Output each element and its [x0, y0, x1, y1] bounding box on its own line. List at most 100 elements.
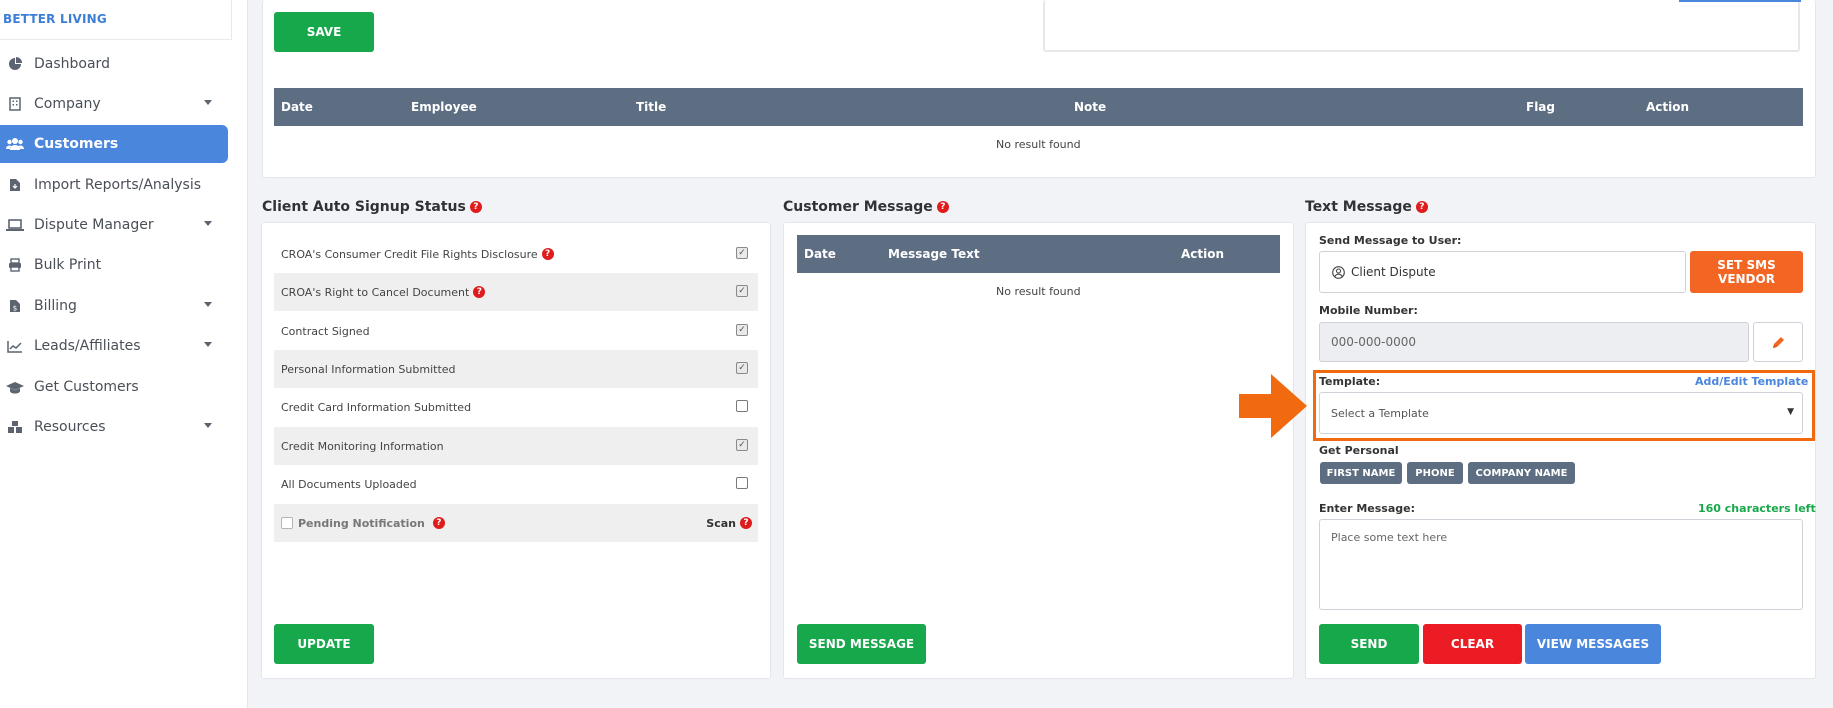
- pencil-icon: [1771, 335, 1786, 350]
- signup-row-label: Personal Information Submitted: [281, 362, 456, 376]
- sidebar-item-label: Get Customers: [34, 379, 139, 395]
- customer-message-empty-text: No result found: [996, 285, 1081, 298]
- sidebar-item-get-customers[interactable]: Get Customers: [0, 368, 228, 406]
- sidebar-item-label: Bulk Print: [34, 257, 102, 273]
- sidebar-item-label: Leads/Affiliates: [34, 338, 141, 354]
- signup-row-checkbox[interactable]: ✓: [736, 439, 748, 451]
- notes-empty-text: No result found: [996, 138, 1081, 151]
- clear-button[interactable]: CLEAR: [1423, 624, 1522, 664]
- customer-message-title: Customer Message ?: [783, 199, 949, 215]
- column-header-note[interactable]: Note: [1074, 100, 1106, 114]
- column-header-action[interactable]: Action: [1181, 247, 1224, 261]
- pending-notification-label: Pending Notification: [298, 516, 425, 530]
- pointer-arrow-icon: [1239, 374, 1307, 438]
- scan-label[interactable]: Scan: [706, 517, 736, 530]
- column-header-title[interactable]: Title: [636, 100, 666, 114]
- template-select[interactable]: Select a Template ▼: [1319, 392, 1803, 434]
- edit-mobile-button[interactable]: [1753, 322, 1803, 362]
- signup-row-label: All Documents Uploaded: [281, 477, 417, 491]
- boxes-icon: [6, 418, 24, 436]
- help-icon[interactable]: ?: [541, 248, 554, 260]
- message-textarea[interactable]: Place some text here: [1319, 519, 1803, 610]
- sidebar-item-label: Dashboard: [34, 56, 110, 72]
- signup-row-checkbox[interactable]: ✓: [736, 247, 748, 259]
- help-icon[interactable]: ?: [473, 286, 486, 298]
- send-message-button[interactable]: SEND MESSAGE: [797, 624, 926, 664]
- notes-table-header: Date Employee Title Note Flag Action: [274, 88, 1803, 126]
- signup-row-checkbox[interactable]: ✓: [736, 324, 748, 336]
- signup-row-checkbox[interactable]: ✓: [736, 362, 748, 374]
- column-header-employee[interactable]: Employee: [411, 100, 477, 114]
- help-icon[interactable]: ?: [936, 201, 949, 213]
- column-header-flag[interactable]: Flag: [1526, 100, 1555, 114]
- sidebar: BETTER LIVING Dashboard Company Customer…: [0, 0, 248, 708]
- column-header-action[interactable]: Action: [1646, 100, 1689, 114]
- user-circle-icon: [1332, 265, 1345, 279]
- sidebar-item-dashboard[interactable]: Dashboard: [0, 45, 228, 83]
- template-label: Template:: [1319, 375, 1381, 388]
- signup-status-title: Client Auto Signup Status ?: [262, 199, 482, 215]
- customer-message-title-text: Customer Message: [783, 199, 933, 215]
- send-to-user-value: Client Dispute: [1351, 265, 1436, 279]
- help-icon[interactable]: ?: [1415, 201, 1428, 213]
- signup-row-checkbox[interactable]: ✓: [736, 285, 748, 297]
- tag-company-name[interactable]: COMPANY NAME: [1468, 462, 1575, 484]
- chevron-down-icon: [204, 423, 212, 428]
- mobile-number-label: Mobile Number:: [1319, 304, 1418, 317]
- send-button[interactable]: SEND: [1319, 624, 1419, 664]
- help-icon[interactable]: ?: [469, 201, 482, 213]
- signup-row-label: CROA's Consumer Credit File Rights Discl…: [281, 247, 538, 261]
- sidebar-item-label: Billing: [34, 298, 77, 314]
- sidebar-item-leads-affiliates[interactable]: Leads/Affiliates: [0, 327, 228, 365]
- signup-row: Credit Card Information Submitted: [274, 388, 758, 426]
- template-select-placeholder: Select a Template: [1331, 406, 1429, 420]
- printer-icon: [6, 256, 24, 274]
- brand-container: BETTER LIVING: [0, 0, 232, 40]
- help-icon[interactable]: ?: [740, 517, 752, 529]
- top-accent-bar: [1679, 0, 1801, 2]
- update-button[interactable]: UPDATE: [274, 624, 374, 664]
- chevron-down-icon: [204, 221, 212, 226]
- signup-status-title-text: Client Auto Signup Status: [262, 199, 466, 215]
- signup-row: CROA's Consumer Credit File Rights Discl…: [274, 235, 758, 273]
- signup-row-checkbox[interactable]: [736, 400, 748, 412]
- sidebar-item-dispute-manager[interactable]: Dispute Manager: [0, 206, 228, 244]
- sidebar-item-resources[interactable]: Resources: [0, 408, 228, 446]
- sidebar-item-bulk-print[interactable]: Bulk Print: [0, 246, 228, 284]
- signup-row-checkbox[interactable]: [736, 477, 748, 489]
- sidebar-item-customers[interactable]: Customers: [0, 125, 228, 163]
- pending-notification-row: Pending Notification ? Scan ?: [274, 504, 758, 542]
- signup-row: All Documents Uploaded: [274, 465, 758, 503]
- save-button[interactable]: SAVE: [274, 12, 374, 52]
- send-to-user-select[interactable]: Client Dispute: [1319, 251, 1686, 293]
- brand-logo-text[interactable]: BETTER LIVING: [3, 12, 107, 26]
- help-icon[interactable]: ?: [432, 517, 445, 529]
- signup-row: Contract Signed ✓: [274, 312, 758, 350]
- sidebar-item-import-reports[interactable]: Import Reports/Analysis: [0, 166, 228, 204]
- sidebar-item-label: Dispute Manager: [34, 217, 154, 233]
- mobile-number-input[interactable]: 000-000-0000: [1319, 322, 1749, 362]
- get-personal-label: Get Personal: [1319, 444, 1399, 457]
- sidebar-item-billing[interactable]: $ Billing: [0, 287, 228, 325]
- enter-message-label: Enter Message:: [1319, 502, 1415, 515]
- note-input-area[interactable]: [1043, 0, 1800, 52]
- sidebar-item-company[interactable]: Company: [0, 85, 228, 123]
- tag-phone[interactable]: PHONE: [1407, 462, 1463, 484]
- send-to-user-label: Send Message to User:: [1319, 234, 1462, 247]
- column-header-message-text[interactable]: Message Text: [888, 247, 980, 261]
- signup-row-label: CROA's Right to Cancel Document: [281, 285, 470, 299]
- column-header-date[interactable]: Date: [281, 100, 313, 114]
- chevron-down-icon: [204, 302, 212, 307]
- characters-left-counter: 160 characters left: [1698, 502, 1816, 515]
- signup-row-label: Credit Card Information Submitted: [281, 400, 472, 414]
- tag-first-name[interactable]: FIRST NAME: [1320, 462, 1402, 484]
- add-edit-template-link[interactable]: Add/Edit Template: [1695, 375, 1808, 388]
- signup-row: CROA's Right to Cancel Document? ✓: [274, 273, 758, 311]
- view-messages-button[interactable]: VIEW MESSAGES: [1525, 624, 1661, 664]
- set-sms-vendor-button[interactable]: SET SMS VENDOR: [1690, 251, 1803, 293]
- pending-notification-checkbox[interactable]: [281, 517, 293, 529]
- message-placeholder: Place some text here: [1331, 531, 1448, 544]
- sidebar-item-label: Customers: [34, 136, 119, 152]
- mobile-number-placeholder: 000-000-0000: [1331, 335, 1417, 349]
- column-header-date[interactable]: Date: [804, 247, 836, 261]
